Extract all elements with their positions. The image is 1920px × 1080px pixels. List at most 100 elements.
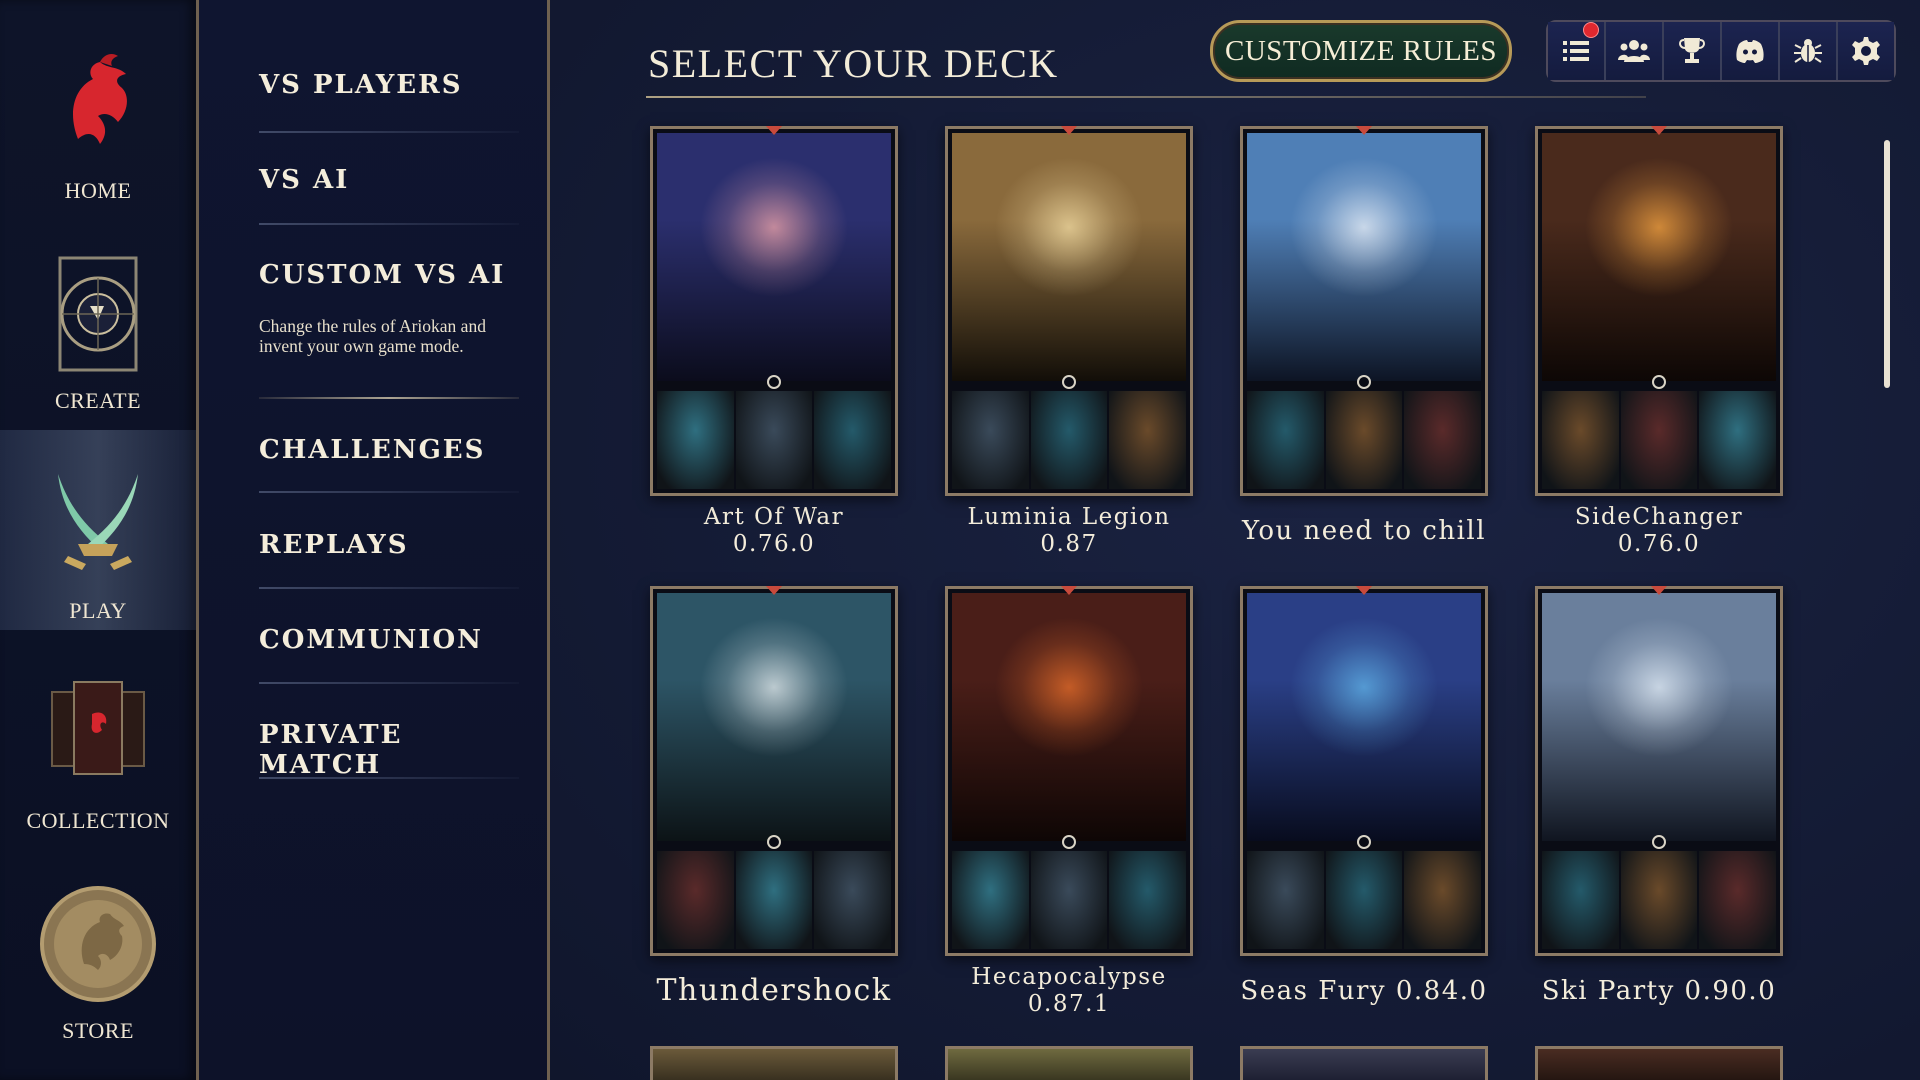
deck-marker — [1356, 586, 1372, 595]
deck-card[interactable]: Ski Party 0.90.0 — [1535, 586, 1783, 1018]
deck-card[interactable]: Seas Fury 0.84.0 — [1240, 586, 1488, 1018]
deck-frame — [650, 586, 898, 956]
page-title: SELECT YOUR DECK — [648, 41, 1059, 86]
cloud-giant-artwork — [1247, 133, 1481, 381]
card-preview-thumbnail — [1404, 391, 1482, 489]
nav-home[interactable]: HOME — [0, 10, 196, 210]
card-preview-thumbnail — [1325, 851, 1403, 949]
card-preview-thumbnail — [1109, 851, 1187, 949]
crossed-blades-icon — [58, 474, 138, 570]
card-preview-thumbnail — [952, 851, 1029, 949]
menu-replays-label: REPLAYS — [259, 530, 409, 560]
menu-vs-players[interactable]: VS PLAYERS — [259, 70, 509, 100]
deck-card-previews — [1247, 391, 1482, 489]
nav-collection-label: COLLECTION — [26, 808, 170, 833]
settings-button[interactable] — [1838, 22, 1894, 80]
friends-icon — [1618, 40, 1650, 62]
deck-title: Hecapocalypse — [971, 964, 1167, 990]
deck-ring — [1062, 375, 1076, 389]
customize-rules-button[interactable]: CUSTOMIZE RULES — [1210, 20, 1512, 82]
nav-play-label: PLAY — [69, 598, 127, 623]
menu-divider — [259, 682, 519, 684]
deck-version: 0.87.1 — [1027, 991, 1111, 1017]
deck-card[interactable]: Luminia Legion 0.87 — [945, 126, 1193, 558]
deck-name: You need to chill — [1240, 504, 1488, 558]
ice-queen-artwork — [1542, 593, 1776, 841]
menu-vs-players-label: VS PLAYERS — [259, 70, 463, 100]
menu-custom-vs-ai[interactable]: CUSTOM VS AI Change the rules of Ariokan… — [259, 260, 509, 356]
menu-replays[interactable]: REPLAYS — [259, 530, 509, 560]
dark-goddess-artwork — [952, 593, 1186, 841]
deck-frame — [1535, 586, 1783, 956]
deck-card-partial[interactable] — [1240, 1046, 1488, 1080]
nav-collection[interactable]: COLLECTION — [0, 640, 196, 840]
menu-divider — [259, 223, 519, 225]
deck-card-previews — [1542, 391, 1777, 489]
deck-card[interactable]: Thundershock — [650, 586, 898, 1018]
menu-divider — [259, 587, 519, 589]
sea-titan-artwork — [1247, 593, 1481, 841]
deck-ring — [1357, 375, 1371, 389]
nav-create[interactable]: CREATE — [0, 220, 196, 420]
nav-store[interactable]: STORE — [0, 850, 196, 1050]
deck-ring — [1357, 835, 1371, 849]
deck-card-partial[interactable] — [945, 1046, 1193, 1080]
deck-marker — [1651, 126, 1667, 135]
deck-title: Seas Fury 0.84.0 — [1240, 976, 1488, 1006]
nav-create-label: CREATE — [54, 388, 142, 413]
main-nav-rail: HOME CREATE PLAY COLLECTION STORE — [0, 0, 199, 1080]
card-preview-thumbnail — [657, 391, 734, 489]
deck-list-scrollbar[interactable] — [1884, 140, 1890, 388]
deck-ring — [767, 835, 781, 849]
leaderboard-button[interactable] — [1664, 22, 1722, 80]
discord-button[interactable] — [1722, 22, 1780, 80]
card-preview-thumbnail — [1699, 391, 1777, 489]
deck-frame — [945, 586, 1193, 956]
menu-private-match[interactable]: PRIVATE MATCH — [259, 720, 509, 780]
deck-name: Hecapocalypse 0.87.1 — [945, 964, 1193, 1018]
dragon-logo-icon — [73, 54, 127, 144]
deck-marker — [1061, 126, 1077, 135]
play-submenu: VS PLAYERS VS AI CUSTOM VS AI Change the… — [199, 0, 550, 1080]
deck-ring — [1062, 835, 1076, 849]
menu-challenges[interactable]: CHALLENGES — [259, 435, 509, 465]
menu-custom-vs-ai-label: CUSTOM VS AI — [259, 260, 506, 290]
menu-communion-label: COMMUNION — [259, 625, 483, 655]
deck-card-previews — [952, 851, 1187, 949]
golden-angel-artwork — [952, 133, 1186, 381]
deck-select-panel: SELECT YOUR DECK CUSTOMIZE RULES Art Of … — [550, 0, 1920, 1080]
deck-title: Art Of War — [703, 504, 845, 530]
deck-marker — [1651, 586, 1667, 595]
deck-title: You need to chill — [1241, 516, 1487, 546]
deck-version: 0.76.0 — [1617, 531, 1701, 557]
nav-home-label: HOME — [64, 178, 132, 203]
deck-card[interactable]: You need to chill — [1240, 126, 1488, 558]
card-preview-thumbnail — [1699, 851, 1777, 949]
deck-card[interactable]: Hecapocalypse 0.87.1 — [945, 586, 1193, 1018]
menu-vs-ai[interactable]: VS AI — [259, 165, 509, 195]
card-preview-thumbnail — [1620, 391, 1698, 489]
report-bug-button[interactable] — [1780, 22, 1838, 80]
deck-marker — [1061, 586, 1077, 595]
deck-marker — [766, 586, 782, 595]
deck-name: Ski Party 0.90.0 — [1535, 964, 1783, 1018]
deck-title: Luminia Legion — [967, 504, 1171, 530]
card-preview-thumbnail — [814, 391, 892, 489]
card-preview-thumbnail — [1247, 391, 1324, 489]
menu-communion[interactable]: COMMUNION — [259, 625, 509, 655]
fire-sorceress-artwork — [1542, 133, 1776, 381]
deck-card[interactable]: SideChanger 0.76.0 — [1535, 126, 1783, 558]
deck-title: SideChanger — [1574, 504, 1744, 530]
friends-button[interactable] — [1606, 22, 1664, 80]
quests-list-button[interactable] — [1548, 22, 1606, 80]
nav-play[interactable]: PLAY — [0, 430, 196, 630]
deck-card-partial[interactable] — [1535, 1046, 1783, 1080]
card-preview-thumbnail — [1030, 851, 1108, 949]
settings-icon — [1852, 37, 1880, 65]
card-fan-icon — [51, 681, 145, 775]
card-preview-thumbnail — [657, 851, 734, 949]
card-preview-thumbnail — [735, 391, 813, 489]
deck-card-partial[interactable] — [650, 1046, 898, 1080]
deck-card-previews — [1542, 851, 1777, 949]
deck-card[interactable]: Art Of War 0.76.0 — [650, 126, 898, 558]
